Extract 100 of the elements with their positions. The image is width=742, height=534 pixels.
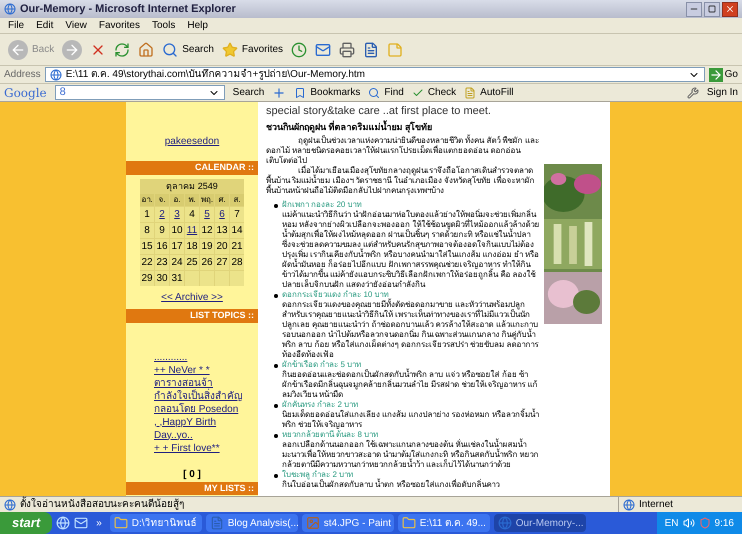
star-icon <box>222 42 238 58</box>
window-title: Our-Memory - Microsoft Internet Explorer <box>20 2 236 17</box>
mail-icon[interactable] <box>74 516 88 530</box>
calendar-day: 30 <box>155 271 169 286</box>
calendar-day-link[interactable]: 2 <box>155 207 169 222</box>
menu-item[interactable]: View <box>65 18 87 33</box>
intro-text: special story&take care ..at first place to meet. <box>266 104 492 118</box>
folder-icon <box>402 516 416 530</box>
topic-link[interactable]: + + First love** <box>154 442 220 454</box>
item-text: กินยอดอ่อนและช่อดอกเป็นผักสดกับน้ำพริก ลาบ แจ่ว หรือซอยใส่ ก้อย ซ้า ผักข้าเรือดมีกลิ่นฉุนจมูกคล้ายกลิ่นมวนลำไย มีรสฝาด ช่วยให้เจริญอาหาร แก้ลมวิงเวียน หน้ามืด <box>282 370 539 400</box>
settings-icon[interactable] <box>686 86 699 98</box>
google-search-button[interactable]: Search <box>232 85 264 100</box>
browser-icon <box>498 516 512 530</box>
close-button[interactable] <box>722 2 738 16</box>
calendar-day: 18 <box>185 239 199 254</box>
taskbar-button[interactable]: D:\วิทยานิพนธ์ <box>110 514 202 532</box>
item-text: ลอกเปลือกด้านนอกออก ใช้เฉพาะแกนกลางของต้น หั่นแช่ลงในน้ำผสมน้ำมะนาวเพื่อให้หยวกขาวสะอาด นำมาต้มใส่แกงกะทิ หรือกินสดกับน้ำพริก หยวกกล้วยตานีมีความหวานกว่าหยวกกล้วยน้ำว้า และเก็บไว้ได้นานกว่าด้วย <box>282 440 540 470</box>
topic-link[interactable]: ............ <box>154 350 188 364</box>
address-field[interactable]: E:\11 ต.ค. 49\storythai.com\บันทึกความจำ+รูปถ่าย\Our-Memory.htm <box>44 67 705 82</box>
calendar-day: 1 <box>140 207 154 222</box>
search-button[interactable]: Search <box>162 42 214 58</box>
taskbar-button[interactable]: E:\11 ต.ค. 49... <box>398 514 490 532</box>
user-link[interactable]: pakeesedon <box>164 134 220 149</box>
calendar-day: 25 <box>185 255 199 270</box>
item-heading: ฝักเพกา กองละ 20 บาท <box>282 200 363 209</box>
menu-item[interactable]: Help <box>187 18 208 33</box>
go-button[interactable]: Go <box>708 67 738 82</box>
calendar-day: 13 <box>215 223 229 238</box>
topic-link[interactable]: , ,HappY Birth Day..yo.. <box>154 416 254 442</box>
internet-icon <box>623 498 635 510</box>
page-icon <box>4 498 16 510</box>
language-indicator[interactable]: EN <box>664 516 679 530</box>
sign-in-button[interactable]: Sign In <box>706 85 738 100</box>
menu-item[interactable]: Tools <box>152 18 176 33</box>
history-icon[interactable] <box>291 42 308 58</box>
plus-icon[interactable] <box>272 86 286 100</box>
calendar-day-link[interactable]: 3 <box>170 207 184 222</box>
query-text: 8 <box>60 85 66 100</box>
calendar-day: 15 <box>140 239 154 254</box>
topic-link[interactable]: กำลังใจเป็นสิ่งสำคัญ <box>154 390 243 402</box>
calendar-day-link[interactable]: 11 <box>185 223 199 238</box>
item-text: นิยมเด็ดยอดอ่อนใส่แกงเลียง แกงส้ม แกงปลาย่าง รองห่อหมก หรือลวกจิ้มน้ำพริก ช่วยให้เจริญอาหาร <box>282 410 540 430</box>
weekday-label: ส. <box>230 194 244 206</box>
start-button[interactable]: start <box>0 512 52 534</box>
bullet-icon <box>274 204 278 208</box>
calendar-day: 23 <box>155 255 169 270</box>
calendar-day: 31 <box>170 271 184 286</box>
bookmarks-button[interactable]: Bookmarks <box>294 85 360 100</box>
item-heading: ดอกกระเจียวแดง กำละ 10 บาท <box>282 290 389 299</box>
more-button[interactable]: » <box>92 516 106 530</box>
archive-link[interactable]: << Archive >> <box>161 290 223 305</box>
calendar-day: 4 <box>185 207 199 222</box>
maximize-button[interactable] <box>704 2 720 16</box>
calendar-day: 22 <box>140 255 154 270</box>
folder-icon <box>114 516 128 530</box>
topic-link[interactable]: ตารางสอนจ้า <box>154 376 213 390</box>
check-button[interactable]: Check <box>412 85 456 100</box>
item-heading: ใบชะพลู กำละ 2 บาท <box>282 470 354 480</box>
calendar-day: 8 <box>140 223 154 238</box>
print-icon[interactable] <box>339 42 356 58</box>
item-heading: ผักคันทรง กำละ 2 บาท <box>282 400 360 409</box>
refresh-icon[interactable] <box>114 42 130 58</box>
weekday-label: พฤ. <box>200 194 214 206</box>
document-icon[interactable] <box>363 42 380 58</box>
autofill-button[interactable]: AutoFill <box>464 85 514 100</box>
home-icon[interactable] <box>138 42 154 58</box>
weekday-label: พ. <box>185 194 199 206</box>
taskbar-button[interactable]: st4.JPG - Paint <box>302 514 394 532</box>
paint-icon <box>306 516 320 530</box>
post-title: ชวนกินผักฤดูฝน ที่ตลาดริมแม่น้ำยม สุโขทัย <box>266 122 434 132</box>
back-icon <box>8 40 28 60</box>
section-header: CALENDAR :: <box>126 161 258 174</box>
check-icon <box>412 86 424 98</box>
mail-icon[interactable] <box>315 42 332 58</box>
menu-item[interactable]: File <box>8 18 24 33</box>
calendar-day: 26 <box>200 255 214 270</box>
item-text: แม่ค้าแนะนำวิธีกินว่า นำฝักอ่อนมาห่อใบตองแล้วย่างให้พอนิ่มจะช่วยเพิ่มกลิ่นหอม หลังจากย่างผิวเปลือกจะพองออก ให้ใช้ช้อนขูดผิวที่ไหม้ออกแล้วล้างด้วยน้ำต้มสุกเพื่อให้ผงไหม้หลุดออก ฝานเป็นชิ้นๆ ราดด้วยกะทิ หรือแช่ในน้ำปลา ซึ่งจะช่วยลดความขมลง แต่สำหรับคนรักสุขภาพอาจต้องอดใจกินแบบไม่ต้องปรุงเพิ่ม เรากินเคียงกับน้ำพริก หรือบางคนนำมาใส่ในแกงส้ม แกงอ่อม ยำ หรือผัดน้ำมันหอย ก็อร่อยไปอีกแบบ ฝักเพกาสรรพคุณช่วยเจริญอาหาร ทำให้กินข้าวได้มากขึ้น แม่ค้ายังแอบกระซิบวิธีเลือกฝักเพกาให้อร่อยถูกลิ้น คือ ลองใช้ปลายเล็บจิกบนฝัก แสดงว่ายังอ่อนกำลังกิน <box>282 210 540 290</box>
calendar-day: 24 <box>170 255 184 270</box>
section-header: MY LISTS :: <box>126 482 258 495</box>
paragraph: เมื่อได้มาเยือนเมืองสุโขทัยกลางฤดูฝนเราจึงถือโอกาสเดินสำรวจตลาดพื้นบ้าน ริมแม่น้ำยม เมืองฯ วัดราชธานี ในอำเภอเมือง จังหวัดสุโขทัย เพื่อจะหาผักพื้นบ้านหน้าฝนถือไม้ติดมือกลับไปฝากคนกรุงเทพฯบ้าง <box>266 166 536 196</box>
calendar-day: 17 <box>170 239 184 254</box>
favorites-button[interactable]: Favorites <box>222 42 284 58</box>
calendar-day: 16 <box>155 239 169 254</box>
taskbar-button[interactable]: Blog Analysis(... <box>206 514 298 532</box>
address-label: Address <box>4 68 41 82</box>
menu-item[interactable]: Favorites <box>98 18 140 33</box>
weekday-label: อา. <box>140 194 154 206</box>
calendar-day-link[interactable]: 6 <box>215 207 229 222</box>
find-button[interactable]: Find <box>368 85 404 100</box>
bullet-icon <box>274 404 278 408</box>
topic-link[interactable]: กลอนโดย Posedon <box>154 402 238 416</box>
topic-link[interactable]: ++ NeVer * * <box>154 364 210 376</box>
menu-item[interactable]: Edit <box>36 18 54 33</box>
taskbar-button[interactable]: Our-Memory-... <box>494 514 586 532</box>
minimize-button[interactable] <box>686 2 702 16</box>
speaker-icon[interactable] <box>682 517 695 529</box>
browser-icon[interactable] <box>56 516 70 530</box>
google-search-field[interactable]: 8 <box>54 85 225 100</box>
bullet-icon <box>274 294 278 298</box>
calendar-day-link[interactable]: 5 <box>200 207 214 222</box>
